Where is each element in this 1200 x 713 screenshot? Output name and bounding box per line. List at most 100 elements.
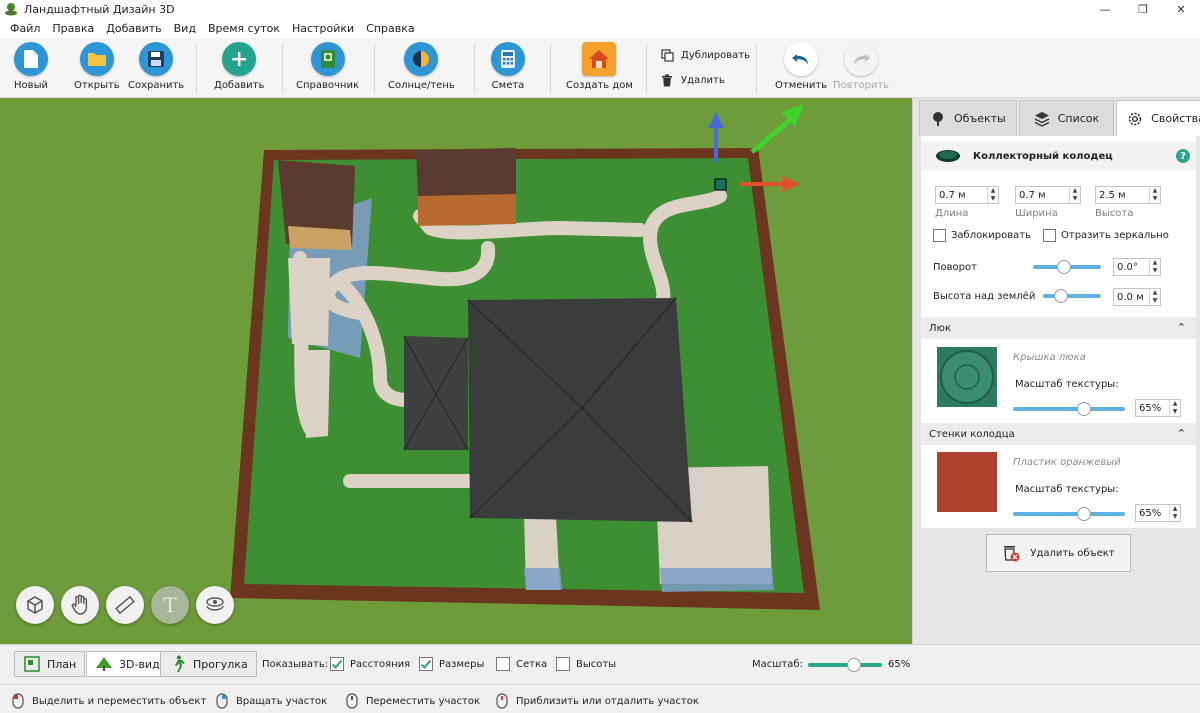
reference-button[interactable]: Справочник [296,42,359,91]
estimate-button[interactable]: Смета [491,42,525,91]
height-input[interactable]: 2.5 м ▲ ▼ [1095,186,1161,204]
rotation-slider-knob[interactable] [1057,260,1071,274]
delete-label: Удалить [681,74,725,86]
help-icon[interactable]: ? [1176,149,1190,163]
height-spin-arrows[interactable]: ▲ ▼ [1149,187,1160,203]
3d-view-button[interactable]: 3D-вид [86,651,169,677]
menu-view[interactable]: Вид [168,22,202,35]
open-button[interactable]: Открыть [74,42,120,91]
menu-add[interactable]: Добавить [100,22,167,35]
hatch-section-header[interactable]: Люк ⌃ [921,317,1196,339]
hatch-scale-knob[interactable] [1077,402,1091,416]
zoom-slider-knob[interactable] [847,658,861,672]
rotation-input[interactable]: 0.0° ▲ ▼ [1113,258,1161,276]
minimize-button[interactable]: — [1086,0,1124,18]
menu-help[interactable]: Справка [360,22,420,35]
walls-scale-input[interactable]: 65% ▲ ▼ [1135,504,1181,522]
elevation-slider-track[interactable] [1043,294,1101,298]
entry-shadow [524,568,562,590]
length-value: 0.7 м [939,189,966,201]
toolbar-separator [756,44,757,94]
text-tool-button[interactable]: T [151,586,189,624]
save-button[interactable]: Сохранить [128,42,184,91]
grid-checkbox[interactable]: Сетка [496,657,547,671]
redo-icon [844,42,879,76]
undo-button[interactable]: Отменить [775,42,827,91]
create-house-button[interactable]: Создать дом [566,42,633,91]
hint-zoom: Приблизить или отдалить участок [496,693,699,709]
rotation-value: 0.0° [1117,261,1138,273]
tab-properties[interactable]: Свойства [1116,100,1200,136]
zoom-slider-track[interactable] [808,663,882,667]
walls-scale-spin-arrows[interactable]: ▲ ▼ [1169,505,1180,521]
length-input[interactable]: 0.7 м ▲ ▼ [935,186,999,204]
add-button[interactable]: Добавить [214,42,264,91]
delete-button[interactable]: Удалить [660,73,725,87]
walls-scale-slider[interactable] [1013,507,1125,521]
mirror-checkbox[interactable]: Отразить зеркально [1043,229,1169,242]
hatch-scale-spin-arrows[interactable]: ▲ ▼ [1169,400,1180,416]
hatch-texture-swatch[interactable] [937,347,997,407]
lock-checkbox[interactable]: Заблокировать [933,229,1031,242]
show-label: Показывать: [262,659,329,670]
tab-objects[interactable]: Объекты [919,100,1017,136]
plan-view-label: План [47,657,77,671]
elevation-slider[interactable] [1043,289,1101,303]
delete-object-button[interactable]: Удалить объект [986,534,1131,572]
walk-view-button[interactable]: Прогулка [160,651,257,677]
selected-manhole[interactable] [714,178,727,191]
lock-checkbox-box[interactable] [933,229,946,242]
distances-checkbox-box[interactable] [330,657,344,671]
mirror-checkbox-box[interactable] [1043,229,1056,242]
chevron-up-icon[interactable]: ⌃ [1177,427,1186,440]
width-input[interactable]: 0.7 м ▲ ▼ [1015,186,1081,204]
status-bar: Выделить и переместить объект Вращать уч… [0,684,1200,713]
hatch-scale-label: Масштаб текстуры: [1015,379,1119,390]
elevation-slider-knob[interactable] [1054,289,1068,303]
width-spin-arrows[interactable]: ▲ ▼ [1069,187,1080,203]
sizes-checkbox-box[interactable] [419,657,433,671]
menu-edit[interactable]: Правка [46,22,100,35]
pan-mode-button[interactable] [61,586,99,624]
elevation-spin-arrows[interactable]: ▲ ▼ [1149,289,1160,305]
elevation-input[interactable]: 0.0 м ▲ ▼ [1113,288,1161,306]
hatch-scale-input[interactable]: 65% ▲ ▼ [1135,399,1181,417]
tab-list[interactable]: Список [1018,100,1115,136]
3d-viewport[interactable]: T [0,98,912,644]
heights-checkbox-box[interactable] [556,657,570,671]
sizes-checkbox[interactable]: Размеры [419,657,484,671]
rotation-slider[interactable] [1033,260,1101,274]
menu-file[interactable]: Файл [4,22,46,35]
duplicate-button[interactable]: Дублировать [660,48,750,62]
layers-button[interactable] [196,586,234,624]
sun-shadow-button[interactable]: Солнце/тень [388,42,455,91]
bottom-bar: План 3D-вид Прогулка Показывать: Расстоя… [0,644,1200,684]
redo-button[interactable]: Повторить [833,42,889,91]
menu-settings[interactable]: Настройки [286,22,360,35]
walls-scale-track[interactable] [1013,512,1125,516]
zoom-slider[interactable] [808,658,882,672]
plan-view-button[interactable]: План [14,651,86,677]
side-terrace [288,258,330,346]
chevron-up-icon[interactable]: ⌃ [1177,321,1186,334]
close-button[interactable]: ✕ [1162,0,1200,18]
walls-section-header[interactable]: Стенки колодца ⌃ [921,423,1196,445]
rotation-spin-arrows[interactable]: ▲ ▼ [1149,259,1160,275]
measure-button[interactable] [106,586,144,624]
maximize-button[interactable]: ❐ [1124,0,1162,18]
heights-checkbox[interactable]: Высоты [556,657,616,671]
width-value: 0.7 м [1019,189,1046,201]
select-mode-button[interactable] [16,586,54,624]
hatch-scale-track[interactable] [1013,407,1125,411]
length-spin-arrows[interactable]: ▲ ▼ [987,187,998,203]
walls-texture-swatch[interactable] [937,452,997,512]
walls-section-title: Стенки колодца [929,428,1015,440]
window-title: Ландшафтный Дизайн 3D [24,2,175,16]
hatch-scale-slider[interactable] [1013,402,1125,416]
distances-checkbox[interactable]: Расстояния [330,657,410,671]
walls-scale-knob[interactable] [1077,507,1091,521]
menu-time-of-day[interactable]: Время суток [202,22,286,35]
hint-pan-label: Переместить участок [366,695,481,707]
new-button[interactable]: Новый [14,42,48,91]
grid-checkbox-box[interactable] [496,657,510,671]
